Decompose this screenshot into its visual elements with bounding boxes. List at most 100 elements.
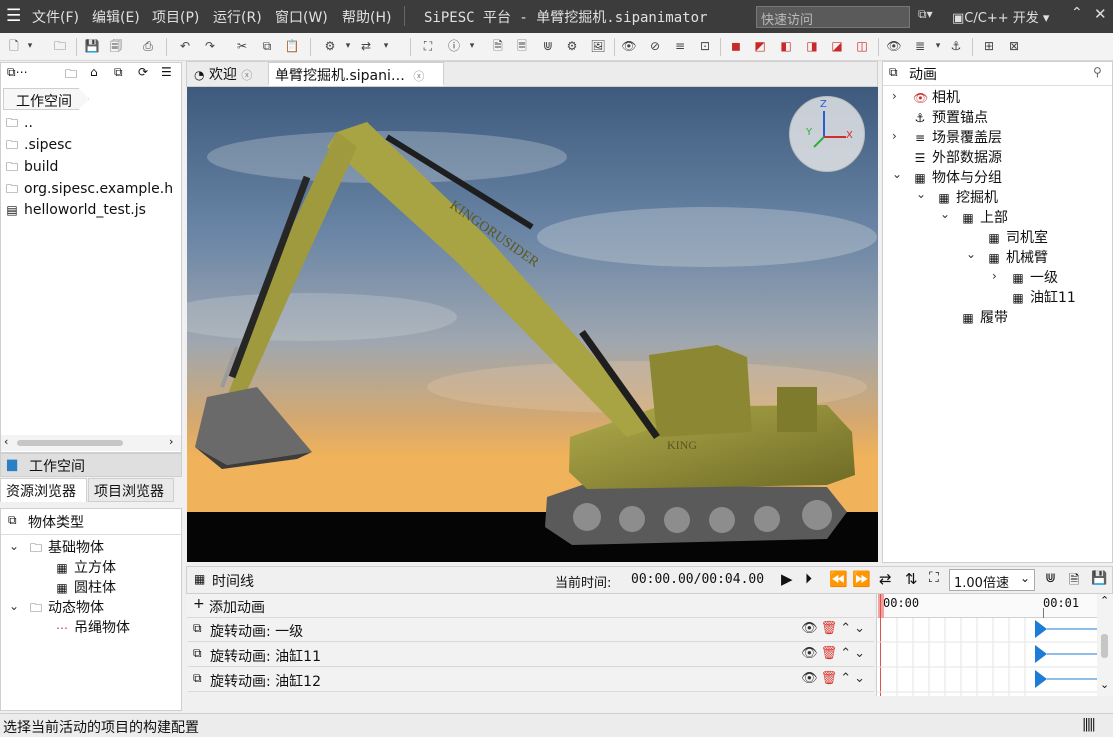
new-file-icon[interactable]: 🗋 [6,38,22,54]
magnet-icon[interactable]: ⋓ [540,38,556,54]
scroll-left-icon[interactable]: ‹ [4,435,8,448]
chevron-right-icon[interactable]: › [892,129,897,143]
progress-icon[interactable]: ||||| [1082,717,1096,732]
close-tab-icon[interactable]: ⓧ [241,69,252,82]
cube-view-left-icon[interactable]: ◧ [778,38,794,54]
print-icon[interactable]: ⎙ [140,38,156,54]
close-icon[interactable]: ✕ [1094,5,1107,23]
node-stage-one[interactable]: ▦ 一级 [1011,267,1058,287]
paste-icon[interactable]: 📋 [284,38,300,54]
chevron-down-icon[interactable]: ⌄ [916,187,926,201]
delete-icon[interactable]: 🗑 [821,646,841,661]
settings-dropdown-icon[interactable]: ▾ [340,38,356,54]
filter-icon[interactable]: ☰ [161,65,172,79]
home-icon[interactable]: ⌂ [90,65,98,79]
overlay-icon[interactable]: ≣ [912,38,928,54]
chevron-down-icon[interactable]: ⌄ [892,167,902,181]
new-folder-icon[interactable]: 🗀 [65,65,77,86]
node-excavator[interactable]: ▦ 挖掘机 [937,187,998,207]
cube-view-front-icon[interactable]: ◼ [728,38,744,54]
3d-viewport[interactable]: KINGORUSIDER KING Z X Y [187,87,878,562]
rewind-icon[interactable]: ⏪ [829,570,848,588]
redo-icon[interactable]: ↷ [202,38,218,54]
object-type-cube[interactable]: ▦ 立方体 [55,557,116,577]
save-icon[interactable]: 💾 [1091,571,1107,586]
ungroup-icon[interactable]: ⊠ [1006,38,1022,54]
file-item[interactable]: 🗀.. [5,114,33,134]
scroll-thumb[interactable] [17,440,123,446]
close-tab-icon[interactable]: ⓧ [413,70,424,83]
node-external-data[interactable]: ☰ 外部数据源 [913,147,1002,167]
cube-view-top-icon[interactable]: ◪ [829,38,845,54]
object-type-cylinder[interactable]: ▦ 圆柱体 [55,577,116,597]
playhead-handle[interactable] [878,594,884,618]
chevron-down-icon[interactable]: ⌄ [940,207,950,221]
tab-welcome[interactable]: ◔ 欢迎 ⓧ [188,62,266,86]
delete-icon[interactable]: 🗑 [821,621,841,636]
export-icon[interactable]: 🗎 [1069,571,1079,593]
chevron-right-icon[interactable]: › [992,269,997,283]
menu-help[interactable]: 帮助(H) [342,7,391,27]
export-icon[interactable]: 🗎 [490,38,506,54]
node-tracks[interactable]: ▦ 履带 [961,307,1008,327]
axis-gizmo[interactable]: Z X Y [789,96,865,172]
perspective-switch[interactable]: ▣C/C++ 开发 ▾ [952,7,1049,26]
scroll-down-icon[interactable]: ⌄ [1100,678,1109,691]
animation-row[interactable]: ⧉ 旋转动画: 油缸11 👁🗑⌃⌄ [188,643,874,667]
chevron-down-icon[interactable]: ⌄ [966,247,976,261]
info-icon[interactable]: ⓘ [446,38,462,54]
play-icon[interactable]: ▶ [781,570,793,588]
object-type-rope[interactable]: ⋯ 吊绳物体 [55,617,130,637]
magnet-icon[interactable]: ⋓ [1045,571,1056,586]
chevron-right-icon[interactable]: › [892,89,897,103]
file-item[interactable]: 🗀 build [5,158,58,178]
time-ruler[interactable]: 00:00 00:01 [877,594,1098,618]
add-animation-button[interactable]: + 添加动画 [187,594,874,618]
copy-icon[interactable]: ⧉ [259,38,275,54]
move-up-icon[interactable]: ⌃ [840,646,854,661]
delete-icon[interactable]: 🗑 [821,671,841,686]
visible-icon[interactable]: 👁 [801,646,821,661]
animation-row[interactable]: ⧉ 旋转动画: 油缸12 👁🗑⌃⌄ [188,668,874,692]
node-scene-overlay[interactable]: ≡ 场景覆盖层 [913,127,1002,147]
menu-edit[interactable]: 编辑(E) [92,7,140,27]
info-dropdown-icon[interactable]: ▾ [464,38,480,54]
hidden-icon[interactable]: ⊘ [647,38,663,54]
node-camera[interactable]: 👁 相机 [913,87,960,107]
new-dropdown-icon[interactable]: ▾ [22,38,38,54]
chevron-down-icon[interactable]: ⌄ [9,599,19,613]
image-icon[interactable]: 🖼 [590,38,606,54]
visible-icon[interactable]: 👁 [801,671,821,686]
visible-icon[interactable]: 👁 [621,38,637,54]
move-down-icon[interactable]: ⌄ [854,621,868,636]
sync-icon[interactable]: ⇄ [358,38,374,54]
loop-icon[interactable]: ⇄ [879,570,892,588]
cut-icon[interactable]: ✂ [234,38,250,54]
camera-view-icon[interactable]: 👁 [886,38,902,54]
open-folder-icon[interactable]: 🗀 [52,38,68,54]
node-arm[interactable]: ▦ 机械臂 [987,247,1048,267]
focus-icon[interactable]: ⊡ [697,38,713,54]
sort-icon[interactable]: ⇅ [905,570,918,588]
open-perspective-icon[interactable]: ⧉▾ [918,7,933,22]
breadcrumb[interactable]: 工作空间 [3,88,89,110]
file-item[interactable]: ▤ helloworld_test.js [5,202,146,222]
keyframe-markers[interactable] [1035,620,1047,688]
sync-dropdown-icon[interactable]: ▾ [378,38,394,54]
undo-icon[interactable]: ↶ [177,38,193,54]
scroll-up-icon[interactable]: ⌃ [1100,594,1109,607]
visible-icon[interactable]: 👁 [801,621,821,636]
render-settings-icon[interactable]: ⚙ [564,38,580,54]
collapse-all-icon[interactable]: ⧉⋯ [7,65,28,80]
node-upper[interactable]: ▦ 上部 [961,207,1008,227]
save-all-icon[interactable]: 🗐 [108,38,124,54]
timeline-track-area[interactable]: 00:00 00:01 [876,594,1098,696]
fast-forward-icon[interactable]: ⏩ [852,570,871,588]
tab-project-browser[interactable]: 项目浏览器 [88,478,174,502]
node-preset-anchors[interactable]: ⚓ 预置锚点 [913,107,988,127]
move-up-icon[interactable]: ⌃ [840,621,854,636]
node-cab[interactable]: ▦ 司机室 [987,227,1048,247]
tab-resource-browser[interactable]: 资源浏览器 [0,478,87,502]
tab-excavator-animator[interactable]: 单臂挖掘机.sipani… ⓧ [268,62,444,86]
cube-view-right-icon[interactable]: ◨ [804,38,820,54]
